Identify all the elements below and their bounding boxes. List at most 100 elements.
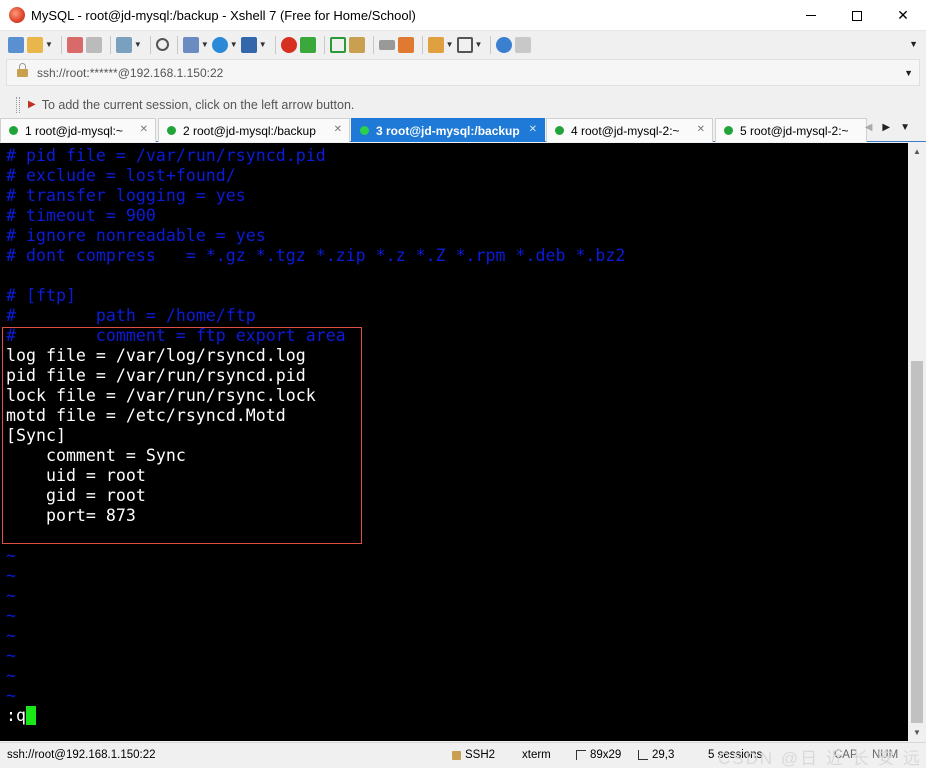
terminal-line: comment = Sync bbox=[6, 446, 186, 465]
terminal-line: uid = root bbox=[6, 466, 146, 485]
chat-button[interactable] bbox=[515, 34, 532, 56]
address-input[interactable]: ssh://root:******@192.168.1.150:22 bbox=[37, 66, 223, 80]
reconnect-button[interactable] bbox=[85, 34, 102, 56]
xftp-button[interactable] bbox=[299, 34, 316, 56]
transfer-icon bbox=[182, 36, 199, 53]
tab-session-3[interactable]: 3 root@jd-mysql:/backup ✕ bbox=[351, 118, 545, 142]
size-label: 89x29 bbox=[590, 749, 622, 761]
fullscreen-icon bbox=[329, 36, 346, 53]
globe-button[interactable]: ▼ bbox=[211, 34, 238, 56]
terminal-line: # ignore nonreadable = yes bbox=[6, 226, 266, 245]
close-icon: ✕ bbox=[897, 7, 909, 23]
help-button[interactable] bbox=[496, 34, 513, 56]
pen-icon bbox=[397, 36, 414, 53]
tab-close-icon[interactable]: ✕ bbox=[529, 124, 537, 135]
chevron-down-icon: ▼ bbox=[229, 40, 238, 49]
scrollbar-thumb[interactable] bbox=[911, 361, 923, 723]
terminal-scrollbar[interactable]: ▲ ▼ bbox=[908, 143, 926, 741]
status-terminal-type: xterm bbox=[522, 749, 551, 761]
highlight-button[interactable] bbox=[397, 34, 414, 56]
keyboard-icon bbox=[378, 39, 395, 50]
find-button[interactable] bbox=[155, 34, 169, 56]
scroll-up-icon[interactable]: ▲ bbox=[908, 143, 926, 160]
close-button[interactable]: ✕ bbox=[880, 0, 926, 31]
tab-label: 4 root@jd-mysql-2:~ bbox=[571, 123, 680, 138]
xshell-button[interactable] bbox=[280, 34, 297, 56]
minimize-button[interactable] bbox=[788, 0, 834, 31]
connected-status-icon bbox=[9, 126, 18, 135]
tab-next-icon[interactable]: ▶ bbox=[882, 122, 900, 133]
toolbar-divider bbox=[274, 35, 276, 54]
cursor-position-label: 29,3 bbox=[652, 749, 675, 761]
address-dropdown-icon[interactable]: ▼ bbox=[904, 68, 913, 78]
terminal-line: gid = root bbox=[6, 486, 146, 505]
transfer-button[interactable]: ▼ bbox=[182, 34, 209, 56]
tab-session-5[interactable]: 5 root@jd-mysql-2:~ bbox=[715, 118, 867, 142]
globe-icon bbox=[211, 36, 228, 53]
properties-icon bbox=[115, 36, 132, 53]
resize-icon bbox=[576, 750, 586, 760]
tab-close-icon[interactable]: ✕ bbox=[697, 124, 705, 135]
command-text: :q bbox=[6, 706, 26, 725]
maximize-button[interactable] bbox=[834, 0, 880, 31]
xshell-app-icon[interactable] bbox=[9, 7, 25, 23]
disconnect-button[interactable] bbox=[66, 34, 83, 56]
tab-session-1[interactable]: 1 root@jd-mysql:~ ✕ bbox=[0, 118, 156, 142]
new-session-button[interactable] bbox=[8, 34, 24, 56]
watermark: CSDN @日 近 长 安 远 bbox=[718, 749, 923, 768]
tab-prev-icon[interactable]: ◀ bbox=[865, 122, 883, 133]
lock-icon bbox=[17, 63, 28, 78]
scroll-down-icon[interactable]: ▼ bbox=[908, 724, 926, 741]
tab-close-icon[interactable]: ✕ bbox=[140, 124, 148, 135]
tab-session-4[interactable]: 4 root@jd-mysql-2:~ ✕ bbox=[546, 118, 713, 142]
tab-list-icon[interactable]: ▼ bbox=[900, 122, 920, 133]
toolbar-divider bbox=[176, 35, 178, 54]
terminal-empty-line: ~ bbox=[6, 666, 16, 685]
layout-button[interactable]: ▼ bbox=[456, 34, 482, 56]
properties-button[interactable]: ▼ bbox=[115, 34, 142, 56]
toolbar-divider bbox=[60, 35, 62, 54]
keyboard-button[interactable] bbox=[378, 34, 395, 56]
connected-status-icon bbox=[555, 126, 564, 135]
terminal-output[interactable]: # pid file = /var/run/rsyncd.pid # exclu… bbox=[0, 143, 908, 741]
search-icon bbox=[155, 38, 169, 51]
lock-button[interactable] bbox=[348, 34, 365, 56]
tab-navigation: ◀▶▼ bbox=[865, 122, 920, 133]
lock-icon bbox=[348, 36, 365, 53]
disconnect-icon bbox=[66, 36, 83, 53]
tab-session-2[interactable]: 2 root@jd-mysql:/backup ✕ bbox=[158, 118, 350, 142]
open-session-button[interactable]: ▼ bbox=[27, 34, 53, 56]
terminal-empty-line: ~ bbox=[6, 606, 16, 625]
font-button[interactable]: ▼ bbox=[240, 34, 267, 56]
fullscreen-button[interactable] bbox=[329, 34, 346, 56]
chevron-down-icon: ▼ bbox=[133, 40, 142, 49]
chevron-down-icon: ▼ bbox=[200, 40, 209, 49]
terminal-line: # [ftp] bbox=[6, 286, 76, 305]
terminal-line: port= 873 bbox=[6, 506, 136, 525]
command-line[interactable]: :q bbox=[6, 706, 36, 726]
toolbar-divider bbox=[109, 35, 111, 54]
font-icon bbox=[240, 36, 257, 53]
connected-status-icon bbox=[724, 126, 733, 135]
lock-icon bbox=[452, 750, 461, 760]
terminal-line: pid file = /var/run/rsyncd.pid bbox=[6, 366, 306, 385]
folder-icon bbox=[27, 36, 43, 53]
toolbar-overflow-icon[interactable]: ▼ bbox=[909, 39, 918, 49]
tab-label: 3 root@jd-mysql:/backup bbox=[376, 123, 520, 138]
status-size: 89x29 bbox=[576, 749, 621, 761]
add-button[interactable]: ▼ bbox=[427, 34, 454, 56]
chat-icon bbox=[515, 36, 532, 53]
address-bar[interactable]: ssh://root:******@192.168.1.150:22 ▼ bbox=[6, 59, 920, 86]
tab-label: 2 root@jd-mysql:/backup bbox=[183, 123, 316, 138]
tab-close-icon[interactable]: ✕ bbox=[334, 124, 342, 135]
toolbar-divider bbox=[490, 35, 492, 54]
terminal-line: # pid file = /var/run/rsyncd.pid bbox=[6, 146, 326, 165]
grip-handle[interactable] bbox=[16, 96, 20, 113]
terminal-empty-line: ~ bbox=[6, 626, 16, 645]
tab-label: 5 root@jd-mysql-2:~ bbox=[740, 123, 849, 138]
reconnect-icon bbox=[85, 36, 102, 53]
status-bar: ssh://root@192.168.1.150:22 SSH2 xterm 8… bbox=[0, 742, 926, 768]
add-session-arrow-icon[interactable]: ▶ bbox=[28, 99, 36, 110]
connected-status-icon bbox=[167, 126, 176, 135]
maximize-icon bbox=[852, 10, 862, 21]
